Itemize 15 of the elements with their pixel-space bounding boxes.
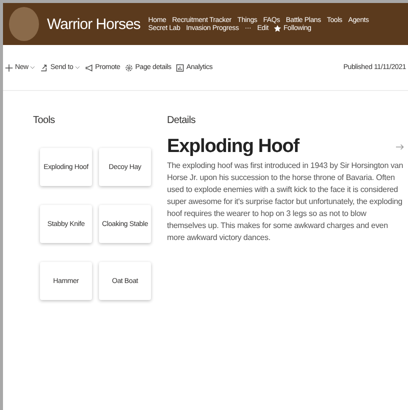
chart-icon: [176, 64, 184, 72]
plus-icon: [5, 64, 13, 72]
share-icon: [40, 64, 48, 72]
detail-title: Exploding Hoof: [167, 136, 299, 158]
section-heading: Details: [167, 115, 196, 126]
site-title[interactable]: Warrior Horses: [47, 16, 140, 32]
star-icon: [274, 24, 282, 32]
arrow-right-icon[interactable]: [396, 143, 404, 151]
section-heading: Tools: [33, 115, 56, 126]
chevron-down-icon: [75, 65, 80, 70]
detail-description: The exploding hoof was first introduced in 1943 by Sir Horsington van Horse Jr. upon his succession to the horse throne of Bavaria. Often used to explode enemies with a swift kick to the face it is considered super awesome for it's surprise factor but unfortunately, the exploding hoof requires the wearer to hop on 3 legs so as not to blow themselves up. This makes for some awkward charges and even more awkward victory dances.: [167, 160, 404, 244]
gear-icon: [125, 64, 134, 72]
chevron-down-icon: [30, 65, 36, 70]
megaphone-icon: [85, 64, 94, 72]
site-logo[interactable]: [9, 7, 39, 41]
